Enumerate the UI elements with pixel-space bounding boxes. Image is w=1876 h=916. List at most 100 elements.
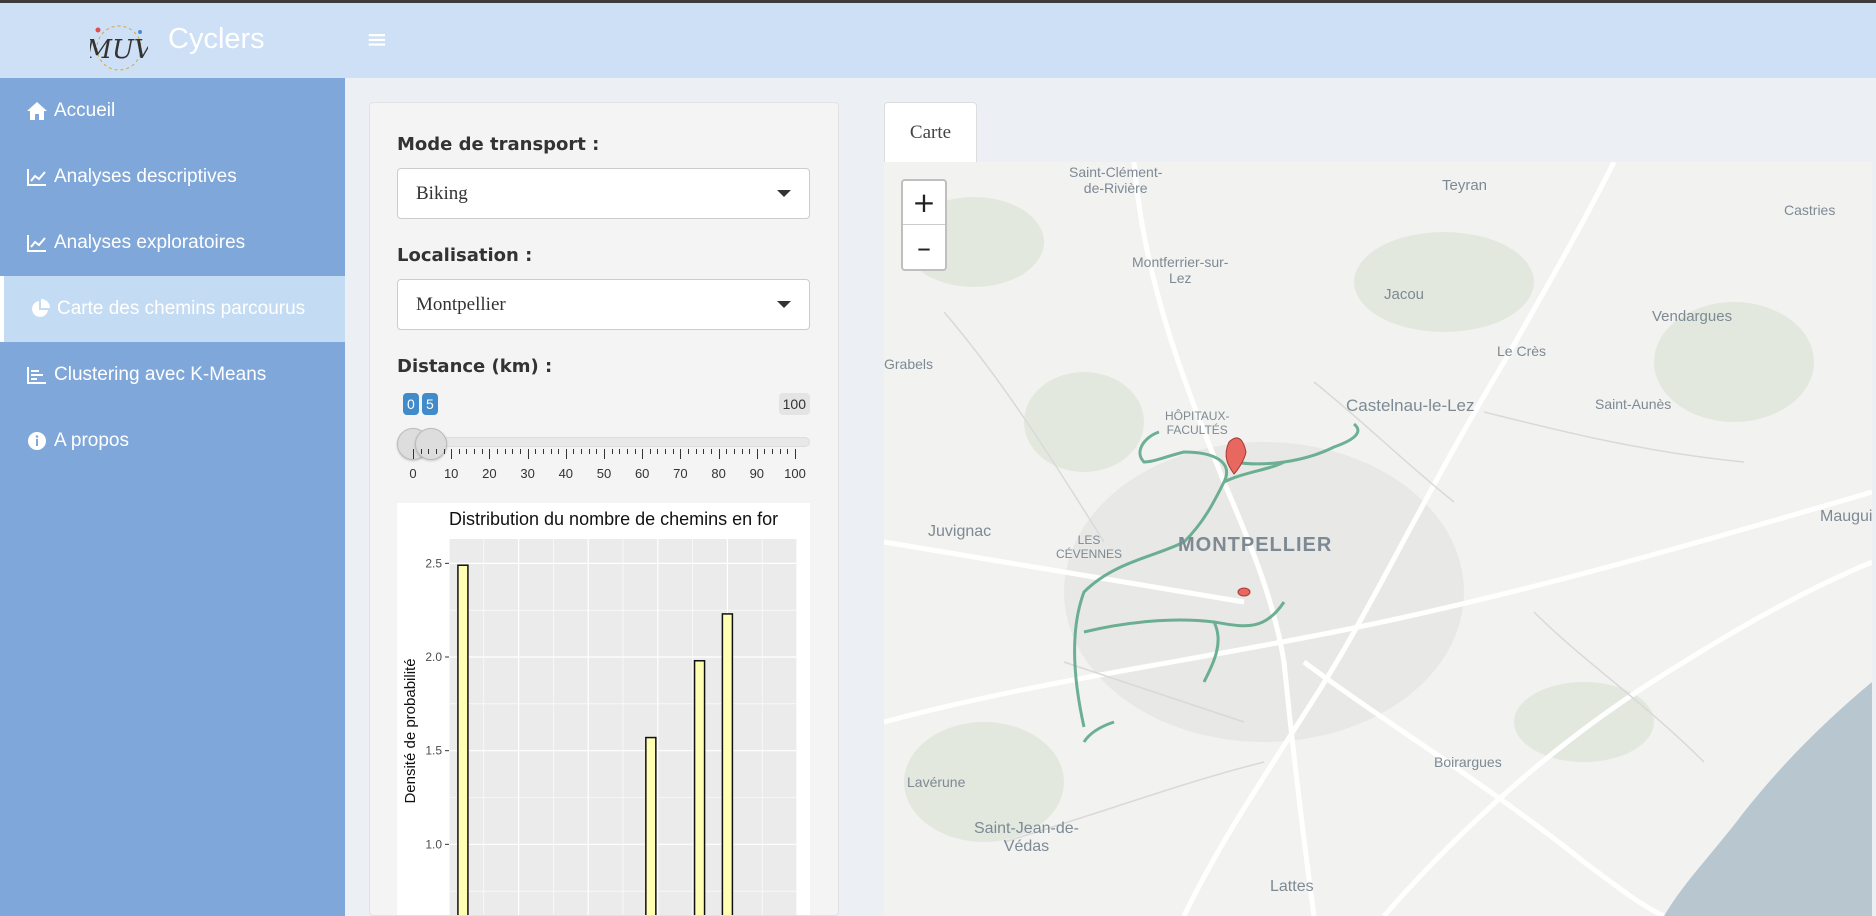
urban-area [1064, 442, 1464, 742]
slider-tick [428, 449, 430, 454]
slider-tick [474, 449, 476, 454]
sidebar-item-clustering[interactable]: Clustering avec K-Means [0, 342, 345, 408]
slider-tick [565, 449, 567, 459]
map-label: Saint-Aunès [1595, 396, 1672, 412]
map-label: Saint-Jean-de- Védas [974, 820, 1079, 856]
map-label: Castelnau-le-Lez [1346, 396, 1475, 415]
map-label-city: MONTPELLIER [1178, 534, 1333, 556]
slider-track[interactable] [397, 437, 810, 447]
sidebar-item-label: Carte des chemins parcourus [57, 298, 306, 319]
slider-from-badge: 0 [403, 393, 419, 415]
slider-tick [451, 449, 453, 459]
map-view[interactable]: Saint-Clément- de-Rivière Teyran Castrie… [884, 162, 1872, 916]
slider-tick [756, 449, 758, 459]
slider-tick-label: 0 [409, 466, 417, 481]
slider-tick [626, 449, 628, 454]
map-label: HÔPITAUX- FACULTÉS [1165, 409, 1230, 437]
slider-tick [542, 449, 544, 454]
slider-tick [443, 449, 445, 454]
slider-tick [527, 449, 529, 459]
location-select[interactable]: Montpellier [397, 279, 810, 330]
slider-tick [611, 449, 613, 454]
slider-tick-label: 80 [711, 466, 726, 481]
park-area [1354, 232, 1534, 332]
map-tab-card: Carte Saint-Clément- de-Rivière Teyran C… [884, 102, 1876, 916]
slider-to-badge: 5 [422, 393, 438, 415]
slider-tick [581, 449, 583, 454]
slider-tick-label: 100 [784, 466, 806, 481]
logo-text: MUV [90, 35, 148, 65]
distance-label: Distance (km) : [397, 356, 553, 377]
map-label: Vendargues [1652, 308, 1733, 325]
slider-tick [588, 449, 590, 454]
transport-select[interactable]: Biking [397, 168, 810, 219]
slider-tick [596, 449, 598, 454]
slider-tick [550, 449, 552, 454]
sidebar-item-a-propos[interactable]: A propos [0, 408, 345, 474]
slider-tick [512, 449, 514, 454]
filter-panel: Mode de transport : Biking Localisation … [369, 102, 839, 916]
histogram-bar [721, 613, 734, 915]
y-tick-label: 2.0 [425, 650, 442, 664]
slider-tick-label: 50 [596, 466, 612, 481]
slider-tick [458, 449, 460, 454]
pie-chart-icon [29, 298, 51, 320]
slider-max-badge: 100 [778, 393, 810, 415]
distance-slider[interactable]: 0 5 100 0 10 20 30 40 50 60 70 80 90 100 [397, 388, 810, 481]
sidebar-item-analyses-descriptives[interactable]: Analyses descriptives [0, 144, 345, 210]
park-area [1024, 372, 1144, 472]
distance-histogram: 1.0 1.5 2.0 2.5 Distribution du nombre de ch… [397, 503, 810, 915]
slider-tick [764, 449, 766, 454]
map-label: Lattes [1270, 878, 1314, 895]
transport-select-value: Biking [416, 182, 468, 204]
slider-tick [688, 449, 690, 454]
y-tick-label: 1.0 [425, 837, 442, 851]
home-icon [26, 100, 48, 122]
location-marker [1237, 587, 1251, 597]
map-label: Mauguio [1820, 508, 1872, 525]
zoom-out-button[interactable]: – [903, 225, 945, 269]
slider-tick-label: 10 [443, 466, 459, 481]
zoom-in-button[interactable]: + [903, 181, 945, 225]
sidebar-item-label: A propos [54, 430, 129, 451]
slider-tick [649, 449, 651, 454]
slider-tick [604, 449, 605, 459]
slider-tick [504, 449, 506, 454]
map-basemap [884, 162, 1872, 916]
map-label: Le Crès [1497, 343, 1547, 359]
slider-tick [481, 449, 483, 454]
slider-tick-label: 60 [634, 466, 650, 481]
map-label: Lavérune [907, 774, 966, 790]
slider-tick [519, 449, 521, 454]
logo-area: MUV Cyclers [0, 3, 345, 78]
y-axis-label: Densité de probabilité [402, 658, 419, 803]
sea-area [1664, 682, 1872, 916]
map-label: Saint-Clément- de-Rivière [1069, 164, 1163, 197]
sidebar-item-analyses-exploratoires[interactable]: Analyses exploratoires [0, 210, 345, 276]
sidebar-item-carte-des-chemins[interactable]: Carte des chemins parcourus [0, 276, 345, 342]
slider-tick-label: 20 [482, 466, 497, 481]
info-circle-icon [26, 430, 48, 452]
slider-tick-label: 30 [520, 466, 535, 481]
slider-tick [695, 449, 697, 454]
slider-tick [772, 449, 774, 454]
slider-tick [733, 449, 735, 454]
slider-tick [413, 449, 414, 459]
tab-carte[interactable]: Carte [884, 102, 977, 163]
slider-tick [466, 449, 468, 454]
line-chart-icon [26, 232, 48, 254]
slider-tick [497, 449, 499, 454]
bar-chart-icon [26, 364, 48, 386]
sidebar-item-label: Accueil [54, 100, 116, 121]
zoom-control: + – [901, 179, 947, 271]
slider-tick [435, 449, 437, 454]
slider-tick [710, 449, 712, 454]
slider-tick-label: 70 [673, 466, 688, 481]
hamburger-icon[interactable]: ≡ [366, 25, 388, 55]
map-label: Grabels [884, 356, 934, 372]
sidebar-item-accueil[interactable]: Accueil [0, 78, 345, 144]
slider-tick [779, 449, 781, 454]
map-label: Montferrier-sur- Lez [1132, 254, 1229, 287]
slider-tick [619, 449, 621, 454]
slider-tick [642, 449, 644, 459]
